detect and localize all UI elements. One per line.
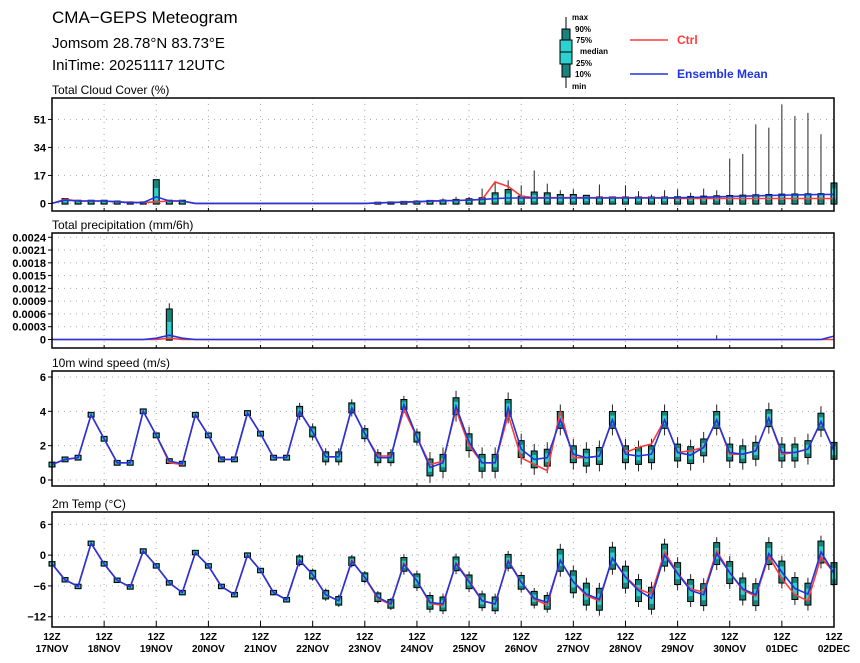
- x-tick-label-hour: 12Z: [617, 632, 634, 643]
- x-tick-label-date: 01DEC: [766, 644, 798, 655]
- legend: max 90% 75% median 25% 10% min Ctrl Ense…: [559, 13, 768, 91]
- x-tick-label-date: 02DEC: [818, 644, 850, 655]
- panel-cloud: Total Cloud Cover (%) 0 17 34 51: [34, 83, 838, 212]
- y-tick-label: 0.0003: [12, 322, 46, 334]
- x-tick-label-date: 22NOV: [296, 644, 329, 655]
- panel-title: 10m wind speed (m/s): [52, 356, 170, 370]
- x-tick-label-hour: 12Z: [669, 632, 686, 643]
- y-tick-label: 0.0006: [12, 309, 46, 321]
- panel-title: Total precipitation (mm/6h): [52, 218, 193, 232]
- x-tick-label-hour: 12Z: [43, 632, 60, 643]
- panel-title: Total Cloud Cover (%): [52, 83, 169, 97]
- y-tick-label: 0.0012: [12, 283, 46, 295]
- x-tick-label-date: 23NOV: [348, 644, 381, 655]
- y-tick-label: 0: [40, 334, 46, 346]
- x-tick-label-hour: 12Z: [825, 632, 842, 643]
- y-tick-label: 0.0018: [12, 258, 46, 270]
- x-tick-label-date: 17NOV: [36, 644, 69, 655]
- legend-label-p75: 75%: [576, 36, 592, 45]
- y-tick-label: 0.0009: [12, 296, 46, 308]
- x-tick-label-hour: 12Z: [513, 632, 530, 643]
- y-tick-label: 0.0015: [12, 271, 46, 283]
- x-tick-label-date: 21NOV: [244, 644, 277, 655]
- x-tick-label-date: 18NOV: [88, 644, 121, 655]
- legend-label-min: min: [572, 82, 586, 91]
- y-tick-label: 6: [40, 519, 46, 531]
- panel-wind: 10m wind speed (m/s) 0 2 4 6: [40, 356, 838, 487]
- x-tick-label-date: 29NOV: [661, 644, 694, 655]
- chart-title: CMA−GEPS Meteogram: [52, 8, 238, 27]
- x-tick-label-hour: 12Z: [721, 632, 738, 643]
- x-tick-label-hour: 12Z: [96, 632, 113, 643]
- legend-ctrl-label: Ctrl: [677, 33, 698, 47]
- y-tick-label: 2: [40, 441, 46, 453]
- x-tick-label-hour: 12Z: [460, 632, 477, 643]
- y-tick-label: 0: [40, 550, 46, 562]
- x-tick-label-date: 25NOV: [453, 644, 486, 655]
- meteogram-chart: CMA−GEPS Meteogram Jomsom 28.78°N 83.73°…: [12, 8, 850, 655]
- x-tick-label-hour: 12Z: [565, 632, 582, 643]
- x-tick-label-hour: 12Z: [773, 632, 790, 643]
- x-tick-label-hour: 12Z: [304, 632, 321, 643]
- x-tick-label-hour: 12Z: [148, 632, 165, 643]
- y-tick-label: 34: [34, 142, 47, 154]
- y-tick-label: 0.0021: [12, 245, 46, 257]
- y-tick-label: 0.0024: [12, 232, 47, 244]
- legend-label-p25: 25%: [576, 59, 592, 68]
- legend-label-median: median: [580, 47, 608, 56]
- y-tick-label: −12: [27, 612, 46, 624]
- x-tick-label-date: 24NOV: [401, 644, 434, 655]
- panel-precip: Total precipitation (mm/6h) 00.00030.0006…: [12, 218, 835, 349]
- legend-label-p90: 90%: [575, 25, 591, 34]
- x-tick-label-date: 27NOV: [557, 644, 590, 655]
- legend-label-max: max: [572, 13, 589, 22]
- x-tick-label-date: 28NOV: [609, 644, 642, 655]
- x-tick-label-hour: 12Z: [408, 632, 425, 643]
- y-tick-label: 6: [40, 372, 46, 384]
- y-tick-label: 0: [40, 475, 46, 487]
- x-tick-label-hour: 12Z: [356, 632, 373, 643]
- y-tick-label: 17: [34, 170, 46, 182]
- x-tick-label-date: 20NOV: [192, 644, 225, 655]
- station-location: Jomsom 28.78°N 83.73°E: [52, 35, 225, 52]
- panel-title: 2m Temp (°C): [52, 497, 126, 511]
- x-tick-label-date: 19NOV: [140, 644, 173, 655]
- x-tick-label-date: 30NOV: [713, 644, 746, 655]
- panel-temp: 2m Temp (°C) −12 −6 0 6: [27, 497, 838, 628]
- y-tick-label: 4: [40, 406, 47, 418]
- x-tick-label-hour: 12Z: [252, 632, 269, 643]
- box-25-75: [154, 188, 159, 201]
- y-tick-label: 0: [40, 198, 46, 210]
- y-tick-label: 51: [34, 114, 46, 126]
- init-time: IniTime: 20251117 12UTC: [52, 57, 225, 74]
- x-tick-label-hour: 12Z: [200, 632, 217, 643]
- legend-label-p10: 10%: [575, 70, 591, 79]
- y-tick-label: −6: [33, 581, 46, 593]
- x-tick-label-date: 26NOV: [505, 644, 538, 655]
- legend-mean-label: Ensemble Mean: [677, 67, 768, 81]
